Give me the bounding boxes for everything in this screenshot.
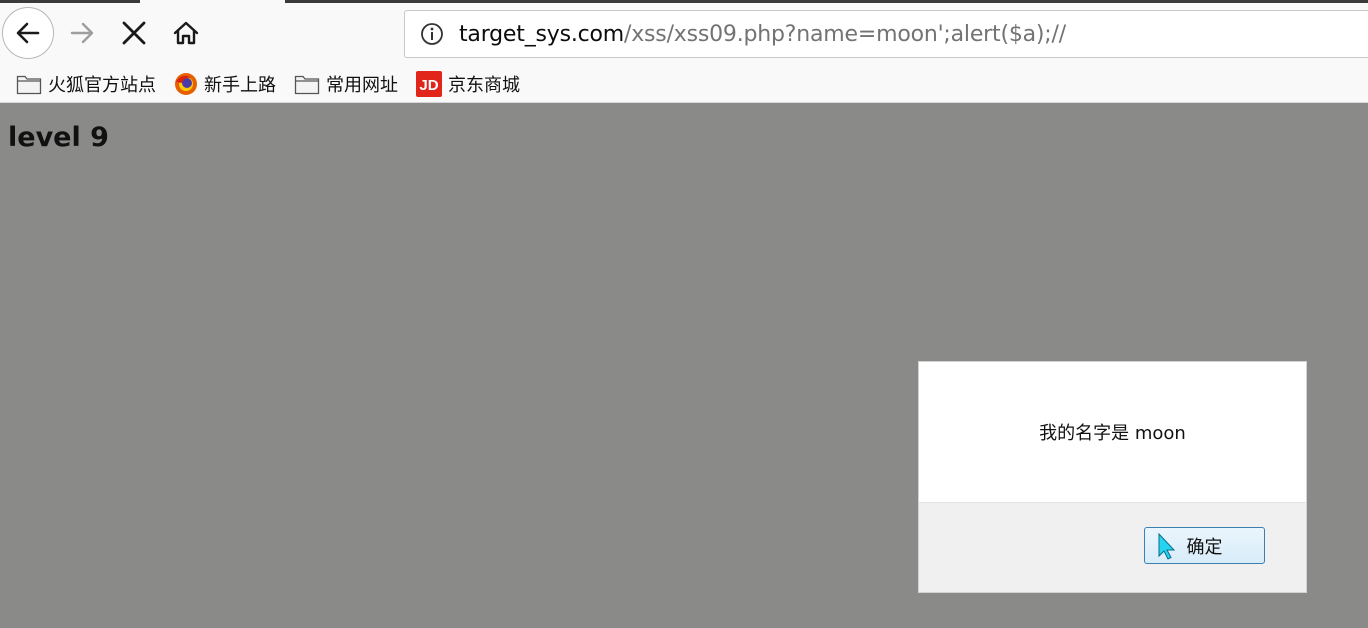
alert-dialog: 我的名字是 moon 确定 — [918, 361, 1307, 593]
firefox-icon — [175, 72, 197, 95]
bookmark-common-sites[interactable]: 常用网址 — [290, 68, 402, 100]
navigation-toolbar: target_sys.com/xss/xss09.php?name=moon';… — [0, 3, 1368, 65]
home-icon — [173, 21, 199, 45]
stop-button[interactable] — [114, 13, 154, 53]
forward-arrow-icon — [70, 22, 94, 44]
ok-button-label: 确定 — [1186, 536, 1223, 558]
bookmark-label: 京东商城 — [448, 74, 520, 96]
stop-icon — [122, 21, 146, 45]
forward-button[interactable] — [62, 13, 102, 53]
mouse-cursor-icon — [1158, 532, 1176, 560]
alert-body: 我的名字是 moon — [919, 362, 1306, 503]
bookmark-firefox-official[interactable]: 火狐官方站点 — [12, 68, 160, 100]
bookmarks-toolbar: 火狐官方站点 新手上路 常用网址 JD 京东商城 — [0, 65, 1368, 103]
address-bar[interactable]: target_sys.com/xss/xss09.php?name=moon';… — [404, 10, 1368, 58]
home-button[interactable] — [166, 13, 206, 53]
bookmark-label: 常用网址 — [326, 74, 398, 96]
svg-text:JD: JD — [419, 77, 438, 94]
url-host: target_sys.com — [459, 21, 625, 47]
bookmark-getting-started[interactable]: 新手上路 — [170, 68, 280, 100]
jd-icon: JD — [416, 70, 442, 97]
url-path: /xss/xss09.php?name=moon';alert($a);// — [624, 21, 1066, 47]
alert-message: 我的名字是 moon — [1039, 423, 1186, 444]
bookmark-jd-mall[interactable]: JD 京东商城 — [412, 68, 524, 100]
url-text[interactable]: target_sys.com/xss/xss09.php?name=moon';… — [459, 22, 1066, 47]
page-heading: level 9 — [8, 122, 109, 153]
folder-icon — [16, 75, 42, 94]
folder-icon — [294, 75, 320, 94]
back-button[interactable] — [2, 7, 54, 59]
ok-button[interactable]: 确定 — [1144, 527, 1265, 564]
info-icon[interactable] — [419, 21, 445, 47]
bookmark-label: 新手上路 — [204, 74, 276, 96]
bookmark-label: 火狐官方站点 — [48, 74, 156, 96]
back-arrow-icon — [16, 22, 40, 44]
